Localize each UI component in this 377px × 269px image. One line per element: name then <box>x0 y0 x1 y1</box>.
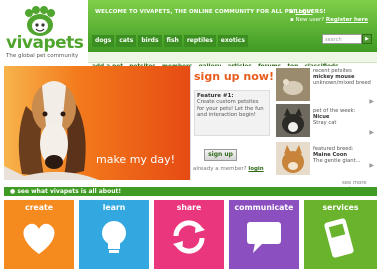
heart-icon <box>23 223 55 254</box>
tile-share[interactable]: share <box>154 200 224 269</box>
feature-box: Feature #1: Create custom petsites for y… <box>194 90 270 136</box>
tile-learn-label: learn <box>102 203 126 212</box>
member-login-line: already a member? login <box>193 166 264 172</box>
arrow-right-icon[interactable]: ▶ <box>369 162 374 169</box>
nav-tabs: dogs cats birds fish reptiles exotics <box>92 35 250 47</box>
member-text: already a member? <box>193 166 247 172</box>
mobile-phone-icon <box>324 218 354 258</box>
logo-tagline: The global pet community <box>6 53 79 59</box>
see-what-text[interactable]: ● see what vivapets is all about! <box>10 188 121 195</box>
search-input[interactable]: search <box>322 34 362 44</box>
search-button[interactable]: ▶ <box>362 34 372 44</box>
tile-communicate-label: communicate <box>234 203 294 212</box>
lightbulb-icon <box>102 221 126 253</box>
subnav: add a pet . petsites . members . gallery… <box>88 52 377 70</box>
tab-reptiles[interactable]: reptiles <box>183 35 216 47</box>
register-link[interactable]: Register here <box>326 17 368 23</box>
refresh-arrows-icon <box>173 220 205 254</box>
hero-tagline: make my day! <box>96 153 176 166</box>
see-what-label: see what vivapets is all about! <box>17 188 122 195</box>
member-login-link[interactable]: login <box>248 166 263 172</box>
paw-icon: ● <box>10 188 16 195</box>
tab-dogs[interactable]: dogs <box>92 35 115 47</box>
tile-share-label: share <box>176 203 202 212</box>
tile-services-label: services <box>322 203 359 212</box>
tile-services[interactable]: services <box>304 200 377 269</box>
featured-breed-desc: The gentle giant... <box>313 158 361 164</box>
signup-button[interactable]: sign up <box>204 149 237 161</box>
mouse-photo <box>276 68 310 101</box>
featured-pets-column: recent petsites mickey mouse unknown/mix… <box>276 66 377 180</box>
pet-desc: unknown/mixed breed <box>313 80 371 86</box>
speech-bubble-icon <box>247 222 281 253</box>
login-area: ▪ Login ▪ New user? Register here <box>290 9 369 23</box>
signup-title[interactable]: sign up now! <box>194 70 274 83</box>
tab-fish[interactable]: fish <box>163 35 182 47</box>
tab-birds[interactable]: birds <box>138 35 162 47</box>
tile-learn[interactable]: learn <box>79 200 149 269</box>
tile-create-label: create <box>24 203 54 212</box>
tab-cats[interactable]: cats <box>116 35 137 47</box>
arrow-right-icon[interactable]: ▶ <box>369 129 374 136</box>
logo-text[interactable]: vivapets <box>6 33 84 53</box>
cat-photo <box>276 104 310 137</box>
new-user-text: New user? <box>295 17 325 23</box>
arrow-right-icon[interactable]: ▶ <box>369 98 374 105</box>
tile-create[interactable]: create <box>4 200 74 269</box>
maine-coon-photo <box>276 142 310 175</box>
pet-of-week-desc: Stray cat <box>313 120 337 126</box>
login-link[interactable]: Login <box>295 9 312 15</box>
tab-exotics[interactable]: exotics <box>217 35 248 47</box>
feature-body: Create custom petsites for your pets! Le… <box>197 99 264 118</box>
tile-communicate[interactable]: communicate <box>229 200 299 269</box>
